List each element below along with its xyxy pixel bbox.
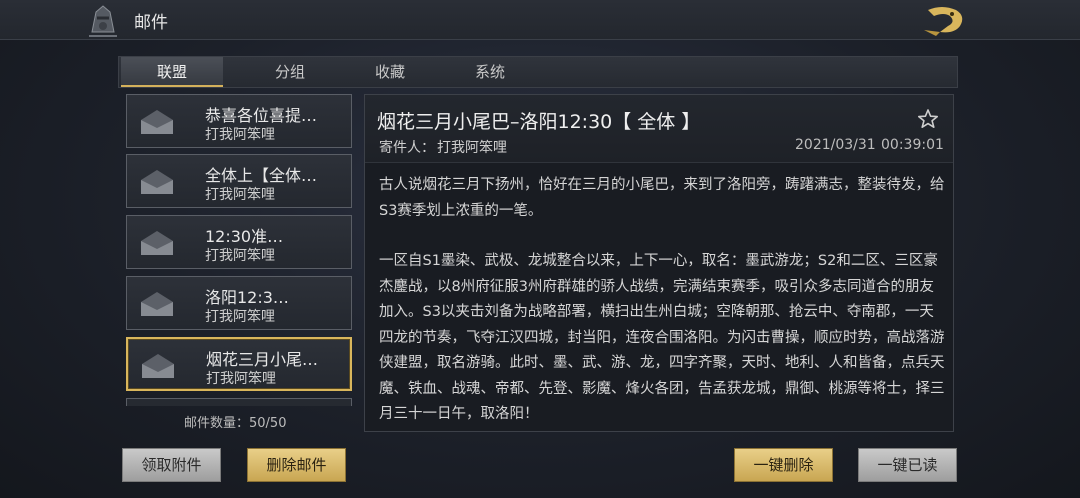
mail-time: 00:39:01 xyxy=(881,137,944,153)
top-bar: 邮件 xyxy=(0,0,1080,40)
mail-detail-panel: 烟花三月小尾巴–洛阳12:30【 全体 】 寄件人： 打我阿笨哩 2021/03… xyxy=(364,94,954,432)
mail-sender: 打我阿笨哩 xyxy=(205,127,275,143)
mail-subject: 烟花三月小尾… xyxy=(206,350,319,369)
mail-paragraph: 一区自S1墨染、武极、龙城整合以来，上下一心，取名：墨武游龙；S2和二区、三区豪… xyxy=(379,253,945,422)
sender-name: 打我阿笨哩 xyxy=(437,140,507,156)
list-item-selected[interactable]: 烟花三月小尾… 打我阿笨哩 xyxy=(126,337,352,391)
tab-system[interactable]: 系统 xyxy=(439,57,541,87)
mail-body: 古人说烟花三月下扬州，恰好在三月的小尾巴，来到了洛阳旁，踌躇满志，整装待发，给S… xyxy=(379,173,945,428)
list-item[interactable]: 洛阳12:3… 打我阿笨哩 xyxy=(126,276,352,330)
envelope-icon xyxy=(139,290,175,318)
tab-alliance[interactable]: 联盟 xyxy=(121,57,223,87)
mail-detail-header: 烟花三月小尾巴–洛阳12:30【 全体 】 寄件人： 打我阿笨哩 2021/03… xyxy=(365,95,953,163)
mail-subject: 洛阳12:3… xyxy=(205,288,289,307)
sender-label: 寄件人： xyxy=(379,140,435,156)
list-item-partial[interactable] xyxy=(126,398,352,406)
list-item[interactable]: 恭喜各位喜提… 打我阿笨哩 xyxy=(126,94,352,148)
mail-date: 2021/03/31 xyxy=(795,137,876,153)
mail-count: 邮件数量：50/50 xyxy=(184,416,287,431)
tab-group[interactable]: 分组 xyxy=(239,57,341,87)
mail-sender: 打我阿笨哩 xyxy=(205,187,275,203)
mail-subject: 12:30准… xyxy=(205,227,284,246)
mail-list[interactable]: 恭喜各位喜提… 打我阿笨哩 全体上【全体… 打我阿笨哩 12:30准… 打我阿笨… xyxy=(124,94,354,406)
mail-subject: 恭喜各位喜提… xyxy=(205,106,318,125)
claim-attachments-button[interactable]: 领取附件 xyxy=(122,448,221,482)
delete-mail-button[interactable]: 删除邮件 xyxy=(247,448,346,482)
list-item[interactable]: 12:30准… 打我阿笨哩 xyxy=(126,215,352,269)
mail-title: 烟花三月小尾巴–洛阳12:30【 全体 】 xyxy=(377,111,701,133)
mail-paragraph: 古人说烟花三月下扬州，恰好在三月的小尾巴，来到了洛阳旁，踌躇满志，整装待发，给S… xyxy=(379,177,945,219)
mail-sender: 打我阿笨哩 xyxy=(205,309,275,325)
tab-favorites[interactable]: 收藏 xyxy=(339,57,441,87)
delete-all-button[interactable]: 一键删除 xyxy=(734,448,833,482)
mail-sender: 打我阿笨哩 xyxy=(206,371,276,387)
mail-tabs: 联盟 分组 收藏 系统 xyxy=(118,56,958,88)
back-helmet-icon[interactable] xyxy=(86,2,120,38)
mail-subject: 全体上【全体… xyxy=(205,166,318,185)
page-title: 邮件 xyxy=(134,13,168,33)
read-all-button[interactable]: 一键已读 xyxy=(858,448,957,482)
list-item[interactable]: 全体上【全体… 打我阿笨哩 xyxy=(126,154,352,208)
dragon-logo-icon xyxy=(920,4,970,36)
envelope-icon xyxy=(139,229,175,257)
envelope-icon xyxy=(140,352,176,380)
envelope-icon xyxy=(139,108,175,136)
star-icon[interactable] xyxy=(917,108,939,130)
envelope-icon xyxy=(139,168,175,196)
mail-sender: 打我阿笨哩 xyxy=(205,248,275,264)
